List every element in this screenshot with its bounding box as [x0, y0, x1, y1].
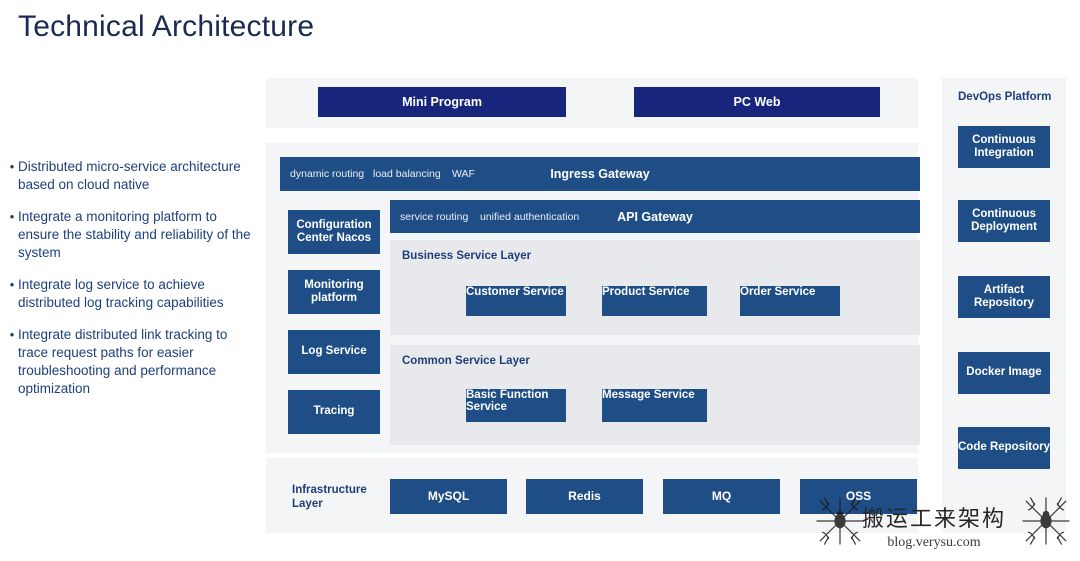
bullet-dot-icon: •	[9, 327, 15, 342]
infrastructure-layer-label: Infrastructure Layer	[292, 484, 367, 510]
spider-decoration-icon	[816, 497, 864, 545]
bullet-dot-icon: •	[9, 277, 15, 292]
watermark-url-text: blog.verysu.com	[887, 535, 981, 550]
page-title: Technical Architecture	[18, 10, 315, 43]
support-configuration-center: Configuration Center Nacos	[288, 210, 380, 254]
service-message: Message Service	[602, 389, 707, 422]
api-gateway-bar: service routing unified authentication A…	[390, 200, 920, 233]
list-item: • Integrate a monitoring platform to ens…	[6, 208, 256, 262]
list-item: • Distributed micro-service architecture…	[6, 158, 256, 194]
bullet-dot-icon: •	[9, 159, 15, 174]
support-tracing: Tracing	[288, 390, 380, 434]
devops-artifact-repository: Artifact Repository	[958, 276, 1050, 318]
bullet-dot-icon: •	[9, 209, 15, 224]
bullet-text: Distributed micro-service architecture b…	[18, 159, 241, 192]
list-item: • Integrate log service to achieve distr…	[6, 276, 256, 312]
spider-decoration-icon	[1022, 497, 1070, 545]
bullet-list: • Distributed micro-service architecture…	[6, 158, 256, 412]
infra-mq: MQ	[663, 479, 780, 514]
bullet-text: Integrate log service to achieve distrib…	[18, 277, 224, 310]
infra-mysql: MySQL	[390, 479, 507, 514]
devops-continuous-deployment: Continuous Deployment	[958, 200, 1050, 242]
api-gateway-title: API Gateway	[617, 210, 693, 224]
business-service-layer-panel: Business Service Layer Customer Service …	[390, 240, 920, 335]
infra-redis: Redis	[526, 479, 643, 514]
devops-docker-image: Docker Image	[958, 352, 1050, 394]
support-services-stack: Configuration Center Nacos Monitoring pl…	[288, 210, 380, 450]
business-service-layer-label: Business Service Layer	[402, 250, 532, 262]
service-order: Order Service	[740, 286, 840, 316]
client-mini-program: Mini Program	[318, 87, 566, 117]
devops-code-repository: Code Repository	[958, 427, 1050, 469]
ingress-gateway-title: Ingress Gateway	[550, 167, 650, 181]
bullet-text: Integrate distributed link tracking to t…	[18, 327, 228, 396]
common-service-layer-label: Common Service Layer	[402, 355, 530, 367]
devops-continuous-integration: Continuous Integration	[958, 126, 1050, 168]
support-log-service: Log Service	[288, 330, 380, 374]
bullet-text: Integrate a monitoring platform to ensur…	[18, 209, 251, 260]
list-item: • Integrate distributed link tracking to…	[6, 326, 256, 398]
ingress-gateway-bar: dynamic routing load balancing WAF Ingre…	[280, 157, 920, 191]
common-service-layer-panel: Common Service Layer Basic Function Serv…	[390, 345, 920, 445]
devops-platform-title: DevOps Platform	[958, 91, 1052, 103]
support-monitoring-platform: Monitoring platform	[288, 270, 380, 314]
client-pc-web: PC Web	[634, 87, 880, 117]
service-customer: Customer Service	[466, 286, 566, 316]
service-product: Product Service	[602, 286, 707, 316]
service-basic-function: Basic Function Service	[466, 389, 566, 422]
